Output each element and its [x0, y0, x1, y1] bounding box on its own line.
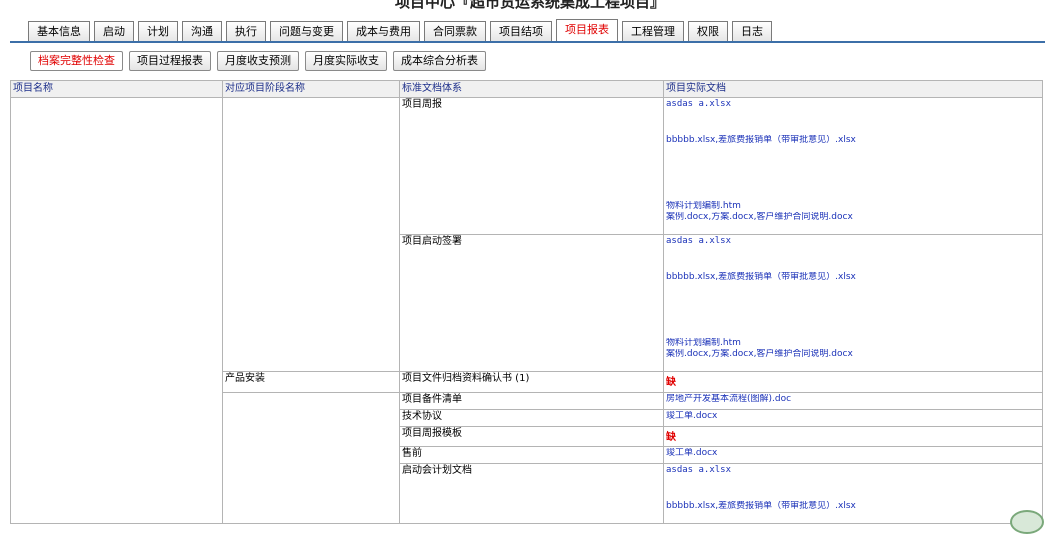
standard-doc-name: 技术协议 [399, 409, 664, 427]
actual-docs-cell: 竣工单.docx [663, 446, 1043, 464]
actual-docs-cell: asdas a.xlsx bbbbb.xlsx,差旅费报销单（带审批意见）.xl… [663, 463, 1043, 524]
tab-contract-payment[interactable]: 合同票款 [424, 21, 486, 41]
tab-log[interactable]: 日志 [732, 21, 772, 41]
standard-doc-name: 项目周报 [399, 97, 664, 235]
tab-permissions[interactable]: 权限 [688, 21, 728, 41]
tab-divider [10, 41, 1045, 43]
sub-tab-bar: 档案完整性检查 项目过程报表 月度收支预测 月度实际收支 成本综合分析表 [30, 51, 486, 71]
col-header-standard-docs: 标准文档体系 [399, 80, 664, 98]
tab-issues-changes[interactable]: 问题与变更 [270, 21, 343, 41]
subtab-archive-check[interactable]: 档案完整性检查 [30, 51, 123, 71]
doc-link[interactable]: 案例.docx,方案.docx,客户维护合同说明.docx [666, 349, 1040, 360]
tab-plan[interactable]: 计划 [138, 21, 178, 41]
project-name-cell [10, 97, 223, 524]
doc-link[interactable]: bbbbb.xlsx,差旅费报销单（带审批意见）.xlsx [666, 272, 1040, 283]
doc-link[interactable]: bbbbb.xlsx,差旅费报销单（带审批意见）.xlsx [666, 501, 1040, 512]
doc-link[interactable]: 案例.docx,方案.docx,客户维护合同说明.docx [666, 212, 1040, 223]
col-header-stage-name: 对应项目阶段名称 [222, 80, 400, 98]
tab-basic-info[interactable]: 基本信息 [28, 21, 90, 41]
standard-doc-name: 项目备件清单 [399, 392, 664, 410]
actual-docs-cell: 缺 [663, 371, 1043, 393]
archive-check-table: 项目名称 对应项目阶段名称 标准文档体系 项目实际文档 项目周报 asdas a… [10, 80, 1043, 524]
stage-cell-empty [222, 392, 400, 524]
stage-cell-empty [222, 97, 400, 372]
col-header-project-name: 项目名称 [10, 80, 223, 98]
col-header-actual-docs: 项目实际文档 [663, 80, 1043, 98]
tab-communication[interactable]: 沟通 [182, 21, 222, 41]
subtab-process-report[interactable]: 项目过程报表 [129, 51, 211, 71]
tab-project-closure[interactable]: 项目结项 [490, 21, 552, 41]
actual-docs-cell: 缺 [663, 426, 1043, 447]
subtab-cost-analysis[interactable]: 成本综合分析表 [393, 51, 486, 71]
subtab-monthly-forecast[interactable]: 月度收支预测 [217, 51, 299, 71]
standard-doc-name: 项目文件归档资料确认书 (1) [399, 371, 664, 393]
standard-doc-name: 启动会计划文档 [399, 463, 664, 524]
main-tab-bar: 基本信息 启动 计划 沟通 执行 问题与变更 成本与费用 合同票款 项目结项 项… [28, 19, 772, 41]
standard-doc-name: 售前 [399, 446, 664, 464]
missing-doc-marker: 缺 [666, 377, 676, 388]
stage-name: 产品安装 [222, 371, 400, 393]
tab-cost-expense[interactable]: 成本与费用 [347, 21, 420, 41]
tab-execution[interactable]: 执行 [226, 21, 266, 41]
actual-docs-cell: asdas a.xlsx bbbbb.xlsx,差旅费报销单（带审批意见）.xl… [663, 234, 1043, 372]
doc-link[interactable]: 物料计划编制.htm [666, 338, 1040, 349]
tab-startup[interactable]: 启动 [94, 21, 134, 41]
doc-link[interactable]: asdas a.xlsx [666, 236, 1040, 247]
tab-project-reports[interactable]: 项目报表 [556, 19, 618, 41]
floating-widget[interactable] [1010, 510, 1044, 534]
standard-doc-name: 项目周报模板 [399, 426, 664, 447]
page-title: 项目中心『超市货运系统集成工程项目』 [394, 0, 665, 11]
doc-link[interactable]: asdas a.xlsx [666, 99, 1040, 110]
standard-doc-name: 项目启动签署 [399, 234, 664, 372]
actual-docs-cell: 房地产开发基本流程(图解).doc [663, 392, 1043, 410]
doc-link[interactable]: 竣工单.docx [666, 411, 1040, 422]
missing-doc-marker: 缺 [666, 432, 676, 443]
actual-docs-cell: asdas a.xlsx bbbbb.xlsx,差旅费报销单（带审批意见）.xl… [663, 97, 1043, 235]
actual-docs-cell: 竣工单.docx [663, 409, 1043, 427]
doc-link[interactable]: 房地产开发基本流程(图解).doc [666, 394, 1040, 405]
doc-link[interactable]: 物料计划编制.htm [666, 201, 1040, 212]
doc-link[interactable]: asdas a.xlsx [666, 465, 1040, 476]
subtab-monthly-actual[interactable]: 月度实际收支 [305, 51, 387, 71]
doc-link[interactable]: 竣工单.docx [666, 448, 1040, 459]
doc-link[interactable]: bbbbb.xlsx,差旅费报销单（带审批意见）.xlsx [666, 135, 1040, 146]
tab-engineering[interactable]: 工程管理 [622, 21, 684, 41]
